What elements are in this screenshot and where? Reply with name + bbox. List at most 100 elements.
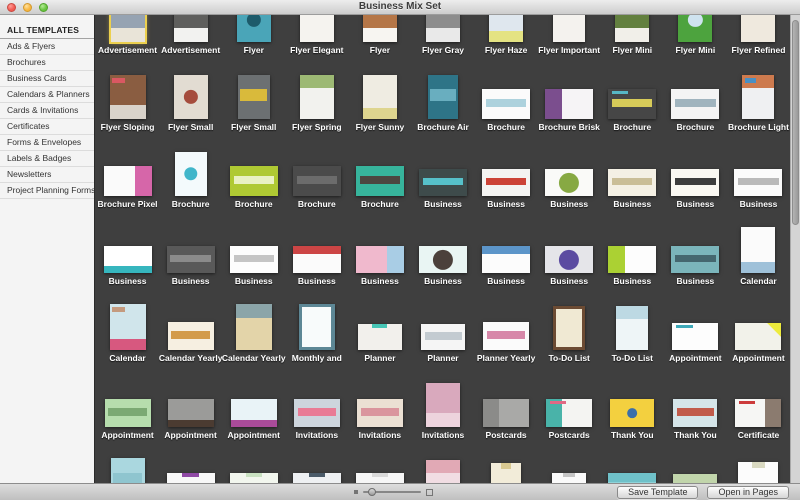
- template-thumbnail[interactable]: [111, 14, 145, 42]
- template-cell[interactable]: Appointment: [159, 381, 222, 458]
- template-thumbnail[interactable]: [608, 246, 656, 273]
- template-cell[interactable]: Invitations: [348, 381, 411, 458]
- sidebar-item-newsletters[interactable]: Newsletters: [0, 167, 94, 183]
- template-cell[interactable]: Invitations: [285, 381, 348, 458]
- sidebar-item-cards-invitations[interactable]: Cards & Invitations: [0, 103, 94, 119]
- template-cell[interactable]: [285, 458, 348, 483]
- template-thumbnail[interactable]: [426, 383, 460, 427]
- template-cell[interactable]: Postcards: [538, 381, 601, 458]
- template-thumbnail[interactable]: [356, 166, 404, 196]
- template-cell[interactable]: Calendar Yearly: [222, 304, 285, 381]
- template-thumbnail[interactable]: [104, 166, 152, 196]
- scrollbar-thumb[interactable]: [792, 20, 799, 225]
- sidebar-item-business-cards[interactable]: Business Cards: [0, 71, 94, 87]
- template-cell[interactable]: Business: [348, 227, 411, 304]
- template-thumbnail[interactable]: [608, 473, 656, 483]
- save-template-button[interactable]: Save Template: [617, 486, 698, 499]
- template-cell[interactable]: [727, 458, 790, 483]
- template-cell[interactable]: Business: [601, 150, 664, 227]
- template-cell[interactable]: [664, 458, 727, 483]
- template-cell[interactable]: Invitations: [411, 381, 474, 458]
- template-cell[interactable]: Planner: [411, 304, 474, 381]
- template-thumbnail[interactable]: [483, 399, 529, 427]
- template-cell[interactable]: Business: [475, 227, 538, 304]
- template-cell[interactable]: Business: [664, 227, 727, 304]
- template-thumbnail[interactable]: [741, 14, 775, 42]
- template-thumbnail[interactable]: [608, 169, 656, 196]
- template-thumbnail[interactable]: [111, 458, 145, 483]
- template-thumbnail[interactable]: [428, 75, 458, 119]
- template-thumbnail[interactable]: [491, 463, 521, 483]
- template-thumbnail[interactable]: [363, 14, 397, 42]
- template-thumbnail[interactable]: [615, 14, 649, 42]
- template-thumbnail[interactable]: [230, 473, 278, 483]
- template-cell[interactable]: Planner: [348, 304, 411, 381]
- template-cell[interactable]: Appointment: [727, 304, 790, 381]
- template-cell[interactable]: [411, 458, 474, 483]
- template-cell[interactable]: [222, 458, 285, 483]
- template-thumbnail[interactable]: [110, 304, 146, 350]
- template-thumbnail[interactable]: [358, 324, 402, 350]
- template-thumbnail[interactable]: [421, 324, 465, 350]
- template-thumbnail[interactable]: [230, 166, 278, 196]
- template-thumbnail[interactable]: [616, 306, 648, 350]
- template-thumbnail[interactable]: [735, 399, 781, 427]
- template-cell[interactable]: Brochure: [601, 73, 664, 150]
- template-thumbnail[interactable]: [741, 227, 775, 273]
- template-thumbnail[interactable]: [673, 399, 717, 427]
- template-cell[interactable]: Brochure Brisk: [538, 73, 601, 150]
- template-cell[interactable]: Brochure: [222, 150, 285, 227]
- template-thumbnail[interactable]: [734, 169, 782, 196]
- template-cell[interactable]: Advertisement: [159, 14, 222, 73]
- template-thumbnail[interactable]: [300, 75, 334, 119]
- sidebar-item-project-planning-forms[interactable]: Project Planning Forms: [0, 183, 94, 199]
- template-cell[interactable]: Appointment: [664, 304, 727, 381]
- template-cell[interactable]: Advertisement: [96, 14, 159, 73]
- template-thumbnail[interactable]: [545, 246, 593, 273]
- sidebar-item-ads-flyers[interactable]: Ads & Flyers: [0, 39, 94, 55]
- template-thumbnail[interactable]: [293, 166, 341, 196]
- template-thumbnail[interactable]: [110, 75, 146, 119]
- template-thumbnail[interactable]: [735, 323, 781, 350]
- template-thumbnail[interactable]: [552, 473, 586, 483]
- template-cell[interactable]: Flyer Mini: [664, 14, 727, 73]
- template-cell[interactable]: [601, 458, 664, 483]
- template-cell[interactable]: [348, 458, 411, 483]
- template-thumbnail[interactable]: [300, 14, 334, 42]
- template-cell[interactable]: Business: [222, 227, 285, 304]
- template-thumbnail[interactable]: [236, 304, 272, 350]
- template-cell[interactable]: Brochure: [664, 73, 727, 150]
- template-thumbnail[interactable]: [174, 75, 208, 119]
- template-thumbnail[interactable]: [168, 322, 214, 350]
- template-thumbnail[interactable]: [363, 75, 397, 119]
- template-cell[interactable]: Business: [475, 150, 538, 227]
- template-thumbnail[interactable]: [546, 399, 592, 427]
- template-thumbnail[interactable]: [545, 89, 593, 119]
- sidebar-item-labels-badges[interactable]: Labels & Badges: [0, 151, 94, 167]
- template-cell[interactable]: Brochure: [475, 73, 538, 150]
- template-thumbnail[interactable]: [356, 246, 404, 273]
- template-thumbnail[interactable]: [426, 460, 460, 483]
- template-cell[interactable]: Flyer Haze: [475, 14, 538, 73]
- template-cell[interactable]: Calendar: [96, 304, 159, 381]
- template-cell[interactable]: Flyer Small: [159, 73, 222, 150]
- slider-thumb[interactable]: [368, 488, 376, 496]
- template-cell[interactable]: Business: [538, 150, 601, 227]
- template-thumbnail[interactable]: [678, 14, 712, 42]
- template-cell[interactable]: Calendar: [727, 227, 790, 304]
- template-thumbnail[interactable]: [230, 246, 278, 273]
- template-thumbnail[interactable]: [293, 473, 341, 483]
- sidebar-item-certificates[interactable]: Certificates: [0, 119, 94, 135]
- template-cell[interactable]: Flyer Refined: [727, 14, 790, 73]
- template-thumbnail[interactable]: [293, 246, 341, 273]
- template-cell[interactable]: Flyer Sloping: [96, 73, 159, 150]
- sidebar-item-brochures[interactable]: Brochures: [0, 55, 94, 71]
- template-cell[interactable]: Brochure Air: [411, 73, 474, 150]
- template-thumbnail[interactable]: [608, 89, 656, 119]
- template-thumbnail[interactable]: [742, 75, 774, 119]
- sidebar-item-calendars-planners[interactable]: Calendars & Planners: [0, 87, 94, 103]
- template-cell[interactable]: Brochure: [348, 150, 411, 227]
- template-thumbnail[interactable]: [167, 246, 215, 273]
- template-thumbnail[interactable]: [299, 304, 335, 350]
- template-cell[interactable]: Thank You: [664, 381, 727, 458]
